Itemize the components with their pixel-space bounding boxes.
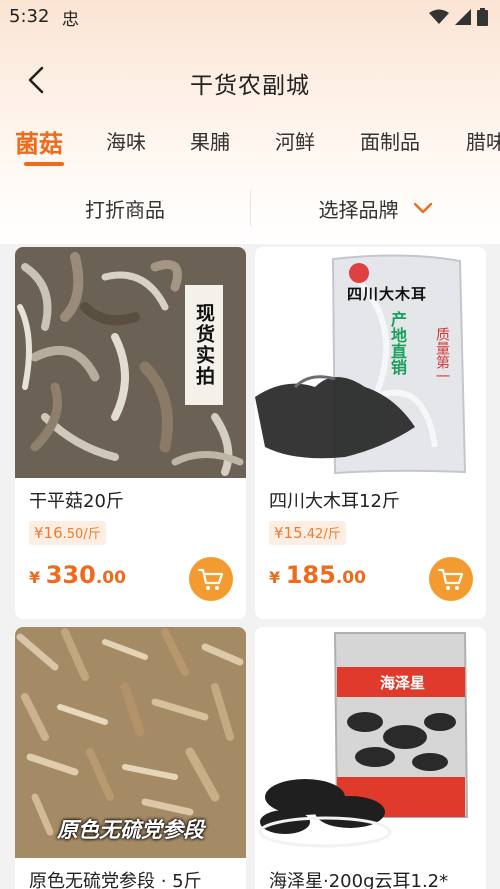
image-caption: 原色无硫党参段 xyxy=(57,818,204,842)
status-icons xyxy=(429,8,488,26)
product-card[interactable]: 海泽星 海泽星·200g云耳1.2* xyxy=(255,627,486,889)
product-price: ¥ 185.00 xyxy=(269,561,366,589)
add-to-cart-button[interactable] xyxy=(189,557,233,601)
product-card[interactable]: 现货实拍 干平菇20斤 ¥16.50/斤 ¥ 330.00 xyxy=(15,247,246,619)
bag-subtitle: 产地直销 xyxy=(388,311,407,375)
product-name: 原色无硫党参段 · 5斤 xyxy=(29,871,202,889)
filter-bar: 打折商品 选择品牌 xyxy=(0,176,500,240)
product-name: 干平菇20斤 xyxy=(29,491,124,512)
chevron-down-icon xyxy=(413,202,432,214)
discount-filter-label: 打折商品 xyxy=(85,197,165,222)
status-app-icon: 忠 xyxy=(62,10,79,30)
status-time: 5:32 xyxy=(9,6,50,27)
page-title: 干货农副城 xyxy=(190,73,310,99)
title-bar: 干货农副城 xyxy=(0,50,500,110)
brand-filter[interactable]: 选择品牌 xyxy=(251,176,500,240)
unit-price: ¥16.50/斤 xyxy=(29,521,106,545)
discount-filter[interactable]: 打折商品 xyxy=(0,176,250,240)
brand-label: 海泽星 xyxy=(380,674,426,692)
tab-river-food[interactable]: 河鲜 xyxy=(275,126,315,155)
product-card[interactable]: 四川大木耳 产地直销 质量第一 四川大木耳12斤 ¥15.42/斤 ¥ 185.… xyxy=(255,247,486,619)
bag-title: 四川大木耳 xyxy=(347,285,428,303)
image-badge: 现货实拍 xyxy=(185,285,223,405)
product-image: 海泽星 xyxy=(255,627,486,858)
active-tab-indicator xyxy=(24,162,64,166)
tab-cured-meat[interactable]: 腊味 xyxy=(466,126,500,155)
product-image: 现货实拍 xyxy=(15,247,246,478)
tab-seafood[interactable]: 海味 xyxy=(106,126,146,155)
product-name: 海泽星·200g云耳1.2* xyxy=(269,871,449,889)
tab-mushroom[interactable]: 菌菇 xyxy=(15,124,63,159)
bag-side-text: 质量第一 xyxy=(434,327,450,383)
cart-icon xyxy=(438,568,464,590)
cart-icon xyxy=(198,568,224,590)
brand-filter-label: 选择品牌 xyxy=(318,197,399,222)
product-image: 原色无硫党参段 xyxy=(15,627,246,858)
tab-noodles[interactable]: 面制品 xyxy=(360,126,420,155)
status-bar: 5:32 忠 xyxy=(0,0,500,36)
wifi-icon xyxy=(429,9,449,24)
battery-icon xyxy=(477,8,488,26)
signal-icon xyxy=(455,9,471,25)
unit-price: ¥15.42/斤 xyxy=(269,521,346,545)
add-to-cart-button[interactable] xyxy=(429,557,473,601)
product-name: 四川大木耳12斤 xyxy=(269,491,400,512)
tab-dried-fruit[interactable]: 果脯 xyxy=(190,126,230,155)
product-grid: 现货实拍 干平菇20斤 ¥16.50/斤 ¥ 330.00 四川大木耳 产地直销… xyxy=(0,244,500,889)
product-card[interactable]: 原色无硫党参段 原色无硫党参段 · 5斤 xyxy=(15,627,246,889)
product-price: ¥ 330.00 xyxy=(29,561,126,589)
product-image: 四川大木耳 产地直销 质量第一 xyxy=(255,247,486,478)
category-tabs: 菌菇 海味 果脯 河鲜 面制品 腊味 xyxy=(0,118,500,170)
